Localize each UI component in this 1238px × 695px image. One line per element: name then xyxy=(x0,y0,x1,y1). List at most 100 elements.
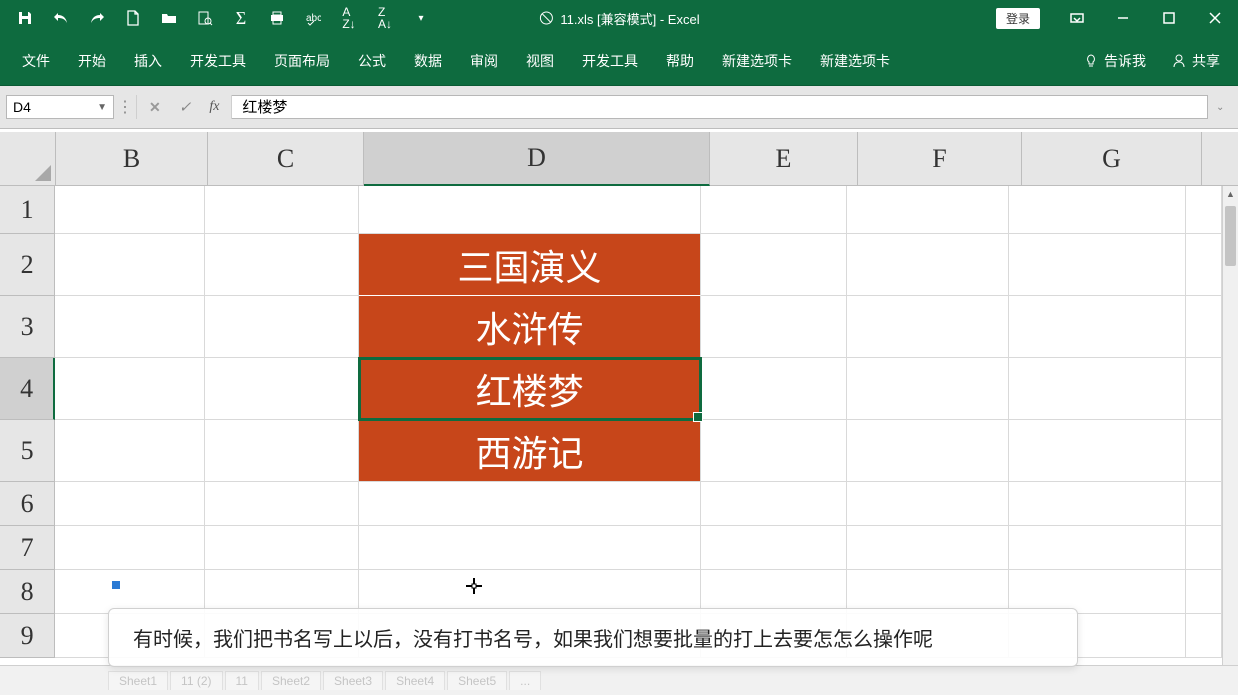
share-button[interactable]: 共享 xyxy=(1162,43,1230,79)
cell-partial[interactable] xyxy=(1186,526,1222,570)
tab-home[interactable]: 开始 xyxy=(64,43,120,79)
cell-D5[interactable]: 西游记 xyxy=(359,420,701,482)
scroll-up-icon[interactable]: ▲ xyxy=(1223,186,1238,202)
tab-developer-2[interactable]: 开发工具 xyxy=(568,43,652,79)
tab-custom-1[interactable]: 新建选项卡 xyxy=(708,43,806,79)
tab-file[interactable]: 文件 xyxy=(8,43,64,79)
cell-C4[interactable] xyxy=(205,358,359,420)
cell-E6[interactable] xyxy=(701,482,847,526)
formula-expand-icon[interactable]: ⌄ xyxy=(1216,102,1232,113)
spelling-icon[interactable]: abc xyxy=(298,3,328,33)
formula-input[interactable]: 红楼梦 xyxy=(232,95,1208,119)
tell-me-search[interactable]: 告诉我 xyxy=(1074,43,1156,79)
sheet-tab[interactable]: Sheet1 xyxy=(108,671,168,690)
tab-help[interactable]: 帮助 xyxy=(652,43,708,79)
cell-partial[interactable] xyxy=(1186,186,1222,234)
cell-partial[interactable] xyxy=(1186,570,1222,614)
scrollbar-thumb[interactable] xyxy=(1225,206,1236,266)
row-header-5[interactable]: 5 xyxy=(0,420,55,482)
cell-G4[interactable] xyxy=(1009,358,1187,420)
cell-G7[interactable] xyxy=(1009,526,1187,570)
cell-C6[interactable] xyxy=(205,482,359,526)
col-header-D[interactable]: D xyxy=(364,132,710,186)
col-header-F[interactable]: F xyxy=(858,132,1022,186)
select-all-corner[interactable] xyxy=(0,132,56,186)
col-header-E[interactable]: E xyxy=(710,132,858,186)
cancel-icon[interactable]: ✕ xyxy=(149,99,161,116)
sheet-tab[interactable]: Sheet5 xyxy=(447,671,507,690)
print-icon[interactable] xyxy=(262,3,292,33)
cell-G6[interactable] xyxy=(1009,482,1187,526)
cell-F1[interactable] xyxy=(847,186,1009,234)
tab-data[interactable]: 数据 xyxy=(400,43,456,79)
sheet-tab[interactable]: Sheet2 xyxy=(261,671,321,690)
tab-view[interactable]: 视图 xyxy=(512,43,568,79)
sheet-tab[interactable]: Sheet4 xyxy=(385,671,445,690)
row-header-1[interactable]: 1 xyxy=(0,186,55,234)
cell-C1[interactable] xyxy=(205,186,359,234)
new-icon[interactable] xyxy=(118,3,148,33)
cell-E2[interactable] xyxy=(701,234,847,296)
cell-E5[interactable] xyxy=(701,420,847,482)
cell-F2[interactable] xyxy=(847,234,1009,296)
sort-desc-icon[interactable]: ZA↓ xyxy=(370,3,400,33)
redo-icon[interactable] xyxy=(82,3,112,33)
cell-partial[interactable] xyxy=(1186,482,1222,526)
cell-F3[interactable] xyxy=(847,296,1009,358)
enter-icon[interactable]: ✓ xyxy=(179,98,192,116)
tab-developer[interactable]: 开发工具 xyxy=(176,43,260,79)
sheet-tab[interactable]: 11 xyxy=(225,671,259,690)
tab-formulas[interactable]: 公式 xyxy=(344,43,400,79)
qat-dropdown-icon[interactable]: ▾ xyxy=(406,3,436,33)
cell-B4[interactable] xyxy=(55,358,205,420)
cell-C7[interactable] xyxy=(205,526,359,570)
cell-G1[interactable] xyxy=(1009,186,1187,234)
cell-D3[interactable]: 水浒传 xyxy=(359,296,701,358)
cell-C3[interactable] xyxy=(205,296,359,358)
cell-F7[interactable] xyxy=(847,526,1009,570)
row-header-8[interactable]: 8 xyxy=(0,570,55,614)
cell-B3[interactable] xyxy=(55,296,205,358)
row-header-9[interactable]: 9 xyxy=(0,614,55,658)
cell-D1[interactable] xyxy=(359,186,701,234)
cell-partial[interactable] xyxy=(1186,614,1222,658)
row-header-4[interactable]: 4 xyxy=(0,358,55,420)
cell-F4[interactable] xyxy=(847,358,1009,420)
row-header-2[interactable]: 2 xyxy=(0,234,55,296)
tab-insert[interactable]: 插入 xyxy=(120,43,176,79)
cell-partial[interactable] xyxy=(1186,296,1222,358)
login-button[interactable]: 登录 xyxy=(996,8,1040,29)
cell-E4[interactable] xyxy=(701,358,847,420)
preview-icon[interactable] xyxy=(190,3,220,33)
cell-B7[interactable] xyxy=(55,526,205,570)
undo-icon[interactable] xyxy=(46,3,76,33)
cell-D7[interactable] xyxy=(359,526,701,570)
row-header-7[interactable]: 7 xyxy=(0,526,55,570)
cell-F6[interactable] xyxy=(847,482,1009,526)
sheet-tab[interactable]: ... xyxy=(509,671,541,690)
col-header-B[interactable]: B xyxy=(56,132,208,186)
tab-custom-2[interactable]: 新建选项卡 xyxy=(806,43,904,79)
cell-C5[interactable] xyxy=(205,420,359,482)
fx-icon[interactable]: fx xyxy=(209,99,219,115)
cell-B5[interactable] xyxy=(55,420,205,482)
namebox-dropdown-icon[interactable]: ▼ xyxy=(97,102,107,113)
tab-review[interactable]: 审阅 xyxy=(456,43,512,79)
cell-G3[interactable] xyxy=(1009,296,1187,358)
tab-page-layout[interactable]: 页面布局 xyxy=(260,43,344,79)
maximize-icon[interactable] xyxy=(1146,0,1192,36)
autosum-icon[interactable]: Σ xyxy=(226,3,256,33)
row-header-6[interactable]: 6 xyxy=(0,482,55,526)
cell-C2[interactable] xyxy=(205,234,359,296)
cell-D4[interactable]: 红楼梦 xyxy=(359,358,701,420)
sheet-tab[interactable]: Sheet3 xyxy=(323,671,383,690)
cell-E7[interactable] xyxy=(701,526,847,570)
close-icon[interactable] xyxy=(1192,0,1238,36)
name-box[interactable]: D4 ▼ xyxy=(6,95,114,119)
col-header-partial[interactable] xyxy=(1202,132,1238,186)
cell-partial[interactable] xyxy=(1186,234,1222,296)
minimize-icon[interactable] xyxy=(1100,0,1146,36)
open-icon[interactable] xyxy=(154,3,184,33)
cell-G5[interactable] xyxy=(1009,420,1187,482)
cell-F5[interactable] xyxy=(847,420,1009,482)
